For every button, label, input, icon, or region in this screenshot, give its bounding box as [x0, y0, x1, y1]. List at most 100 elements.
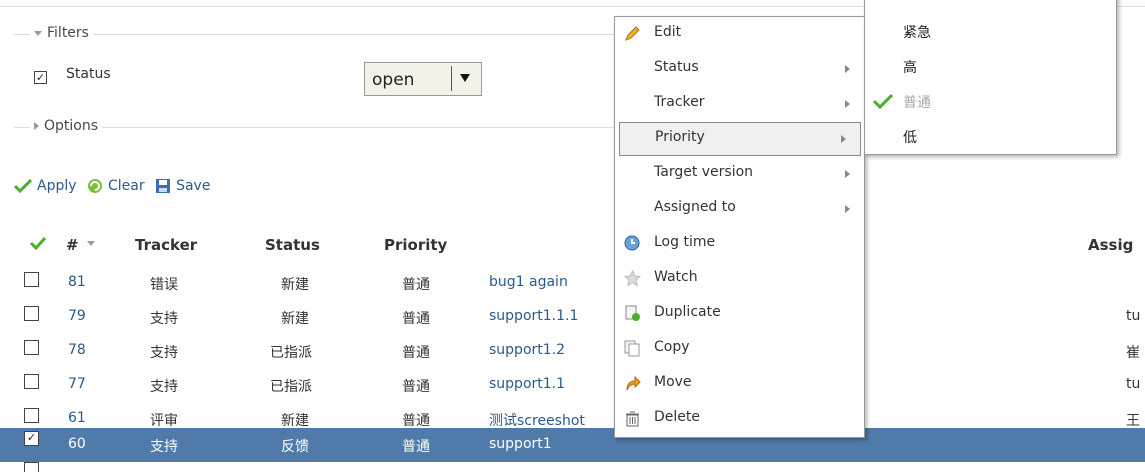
- collapse-triangle-icon: [34, 30, 42, 36]
- menu-item-status[interactable]: Status: [615, 52, 864, 86]
- options-fieldset-border: [14, 127, 614, 128]
- priority-cell: 普通: [402, 439, 430, 455]
- issue-id-link[interactable]: 81: [68, 274, 86, 290]
- row-checkbox[interactable]: [24, 408, 39, 423]
- menu-item-delete[interactable]: Delete: [615, 402, 864, 436]
- status-cell: 新建: [281, 311, 309, 327]
- status-cell: 新建: [281, 277, 309, 293]
- submenu-arrow-icon: [845, 100, 850, 108]
- star-icon: [624, 270, 641, 287]
- submenu-arrow-icon: [845, 170, 850, 178]
- issue-id-link[interactable]: 77: [68, 376, 86, 392]
- menu-item-watch[interactable]: Watch: [615, 262, 864, 296]
- expand-triangle-icon: [34, 122, 39, 130]
- menu-item-copy[interactable]: Copy: [615, 332, 864, 366]
- duplicate-icon: [625, 305, 640, 321]
- filters-fieldset-border: [14, 34, 614, 35]
- issue-id-link[interactable]: 79: [68, 308, 86, 324]
- table-row[interactable]: 77 支持 已指派 普通 support1.1 tu: [0, 368, 1145, 402]
- priority-option-current: 普通: [903, 95, 931, 111]
- menu-item-target-version[interactable]: Target version: [615, 157, 864, 191]
- priority-cell: 普通: [402, 345, 430, 361]
- submenu-arrow-icon: [841, 135, 846, 143]
- status-cell: 已指派: [270, 345, 312, 361]
- column-header-status[interactable]: Status: [265, 236, 320, 254]
- status-select-value: open: [372, 70, 415, 90]
- filters-legend[interactable]: Filters: [30, 25, 93, 41]
- menu-item-assigned-to[interactable]: Assigned to: [615, 192, 864, 226]
- status-cell: 已指派: [270, 379, 312, 395]
- priority-cell: 普通: [402, 413, 430, 429]
- clock-icon: [624, 235, 640, 251]
- assignee-cell: 王: [1126, 413, 1140, 429]
- tracker-cell: 支持: [150, 379, 178, 395]
- issue-id-link[interactable]: 60: [68, 436, 86, 452]
- assignee-cell: tu: [1126, 308, 1141, 324]
- row-checkbox[interactable]: [24, 340, 39, 355]
- menu-item-tracker[interactable]: Tracker: [615, 87, 864, 121]
- tracker-cell: 支持: [150, 345, 178, 361]
- priority-cell: 普通: [402, 277, 430, 293]
- tracker-cell: 支持: [150, 439, 178, 455]
- toggle-all-checkmark-icon[interactable]: [29, 236, 47, 254]
- checkmark-icon: [873, 94, 893, 109]
- menu-item-duplicate[interactable]: Duplicate: [615, 297, 864, 331]
- filter-actions: Apply Clear Save: [14, 178, 210, 194]
- checkmark-icon: [14, 179, 32, 193]
- issue-id-link[interactable]: 61: [68, 410, 86, 426]
- priority-submenu: 立刻 紧急 高 普通 低: [864, 0, 1117, 155]
- options-legend[interactable]: Options: [30, 118, 103, 134]
- status-operator-select[interactable]: open: [364, 62, 482, 96]
- apply-link[interactable]: Apply: [37, 178, 77, 194]
- column-header-assignee[interactable]: Assig: [1088, 236, 1133, 254]
- row-checkbox[interactable]: [24, 306, 39, 321]
- priority-option[interactable]: 紧急: [903, 22, 931, 42]
- priority-cell: 普通: [402, 379, 430, 395]
- copy-icon: [624, 340, 640, 357]
- tracker-cell: 支持: [150, 311, 178, 327]
- subject-link[interactable]: support1: [489, 436, 552, 452]
- table-row[interactable]: 79 支持 新建 普通 support1.1.1 tu: [0, 300, 1145, 334]
- submenu-arrow-icon: [845, 65, 850, 73]
- menu-item-move[interactable]: Move: [615, 367, 864, 401]
- priority-cell: 普通: [402, 311, 430, 327]
- chevron-down-icon: [451, 66, 477, 91]
- clear-link[interactable]: Clear: [108, 178, 145, 194]
- priority-option[interactable]: 立刻: [903, 0, 931, 3]
- subject-link[interactable]: support1.1: [489, 376, 565, 392]
- sort-desc-icon: [87, 241, 95, 246]
- subject-link[interactable]: 测试screeshot: [489, 410, 585, 430]
- subject-link[interactable]: support1.2: [489, 342, 565, 358]
- status-cell: 新建: [281, 413, 309, 429]
- column-header-id[interactable]: #: [66, 236, 79, 254]
- table-row[interactable]: 78 支持 已指派 普通 support1.2 崔: [0, 334, 1145, 368]
- menu-item-priority[interactable]: Priority: [619, 122, 861, 156]
- priority-option[interactable]: 低: [903, 127, 917, 147]
- row-checkbox[interactable]: [24, 272, 39, 287]
- pencil-icon: [625, 26, 640, 41]
- menu-item-log-time[interactable]: Log time: [615, 227, 864, 261]
- table-row-selected[interactable]: ✓ 60 支持 反馈 普通 support1: [0, 428, 1145, 462]
- assignee-cell: 崔: [1126, 345, 1140, 361]
- status-filter-checkbox[interactable]: ✓: [34, 71, 47, 84]
- subject-link[interactable]: bug1 again: [489, 274, 568, 290]
- issue-id-link[interactable]: 78: [68, 342, 86, 358]
- table-row[interactable]: 81 错误 新建 普通 bug1 again: [0, 266, 1145, 300]
- subject-link[interactable]: support1.1.1: [489, 308, 578, 324]
- column-header-tracker[interactable]: Tracker: [135, 236, 197, 254]
- column-header-priority[interactable]: Priority: [384, 236, 447, 254]
- priority-option[interactable]: 高: [903, 57, 917, 77]
- tracker-cell: 错误: [150, 277, 178, 293]
- row-checkbox-checked[interactable]: ✓: [24, 431, 39, 446]
- reload-icon: [87, 179, 102, 193]
- save-link[interactable]: Save: [176, 178, 210, 194]
- save-disk-icon: [156, 179, 171, 193]
- row-checkbox-partial[interactable]: [24, 462, 39, 472]
- row-checkbox[interactable]: [24, 374, 39, 389]
- trash-icon: [626, 411, 639, 427]
- tracker-cell: 评审: [150, 413, 178, 429]
- status-filter-label: Status: [66, 66, 111, 82]
- assignee-cell: tu: [1126, 376, 1141, 392]
- menu-item-edit[interactable]: Edit: [615, 17, 864, 51]
- move-arrow-icon: [626, 375, 641, 391]
